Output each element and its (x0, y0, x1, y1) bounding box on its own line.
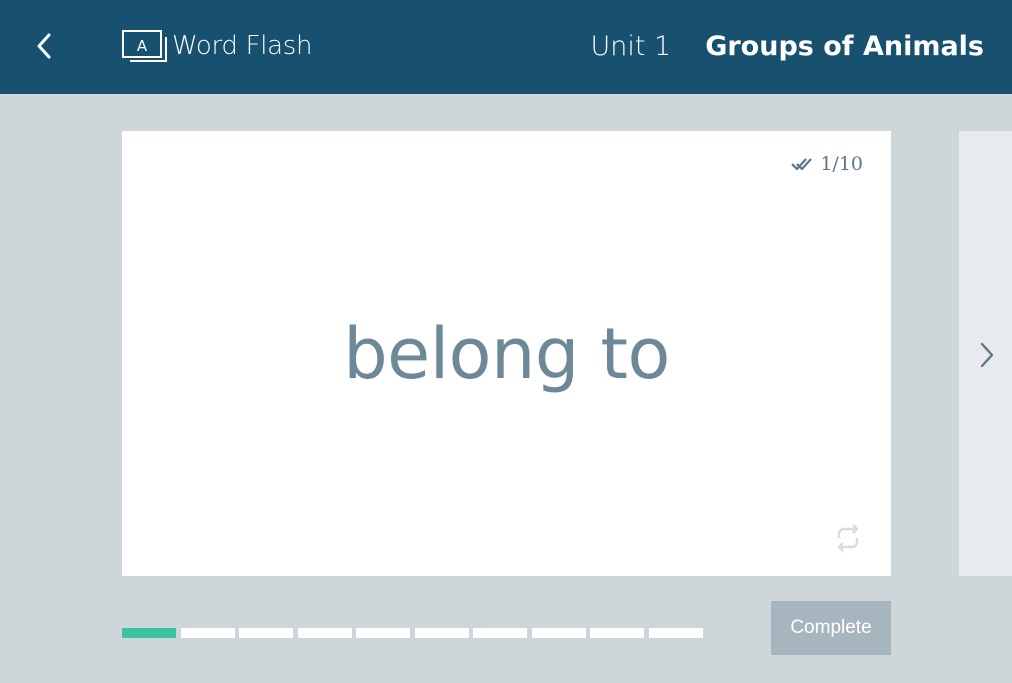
double-check-icon (791, 158, 813, 171)
progress-segment (531, 628, 586, 638)
flashcard-a-icon: A (122, 30, 167, 62)
progress-segment (356, 628, 410, 638)
card-counter: 1/10 (790, 153, 863, 175)
complete-button[interactable]: Complete (771, 601, 891, 655)
next-card-button[interactable] (959, 131, 1012, 576)
svg-text:A: A (137, 37, 148, 55)
progress-segment (590, 628, 644, 638)
progress-bar (122, 628, 707, 638)
progress-segment (414, 628, 469, 638)
progress-segment (648, 628, 703, 638)
unit-label: Unit 1 (590, 30, 672, 62)
progress-segment (239, 628, 293, 638)
lesson-title: Groups of Animals (705, 30, 984, 62)
app-title: Word Flash (172, 31, 313, 61)
back-button[interactable] (22, 26, 66, 66)
top-bar: A Word Flash Unit 1 Groups of Animals (0, 0, 1012, 94)
unit-info: Unit 1 Groups of Animals (590, 26, 984, 66)
flashcard[interactable]: 1/10 belong to (122, 131, 891, 576)
flip-arrows-icon (837, 524, 859, 552)
flip-card-button[interactable] (831, 522, 865, 554)
progress-segment (473, 628, 527, 638)
progress-segment (297, 628, 352, 638)
app-title-group: A Word Flash (122, 26, 313, 66)
flashcard-word: belong to (343, 313, 670, 395)
chevron-right-icon (980, 342, 994, 368)
progress-segment (180, 628, 235, 638)
chevron-left-icon (37, 33, 51, 59)
progress-segment (122, 628, 176, 638)
card-counter-text: 1/10 (820, 153, 863, 175)
